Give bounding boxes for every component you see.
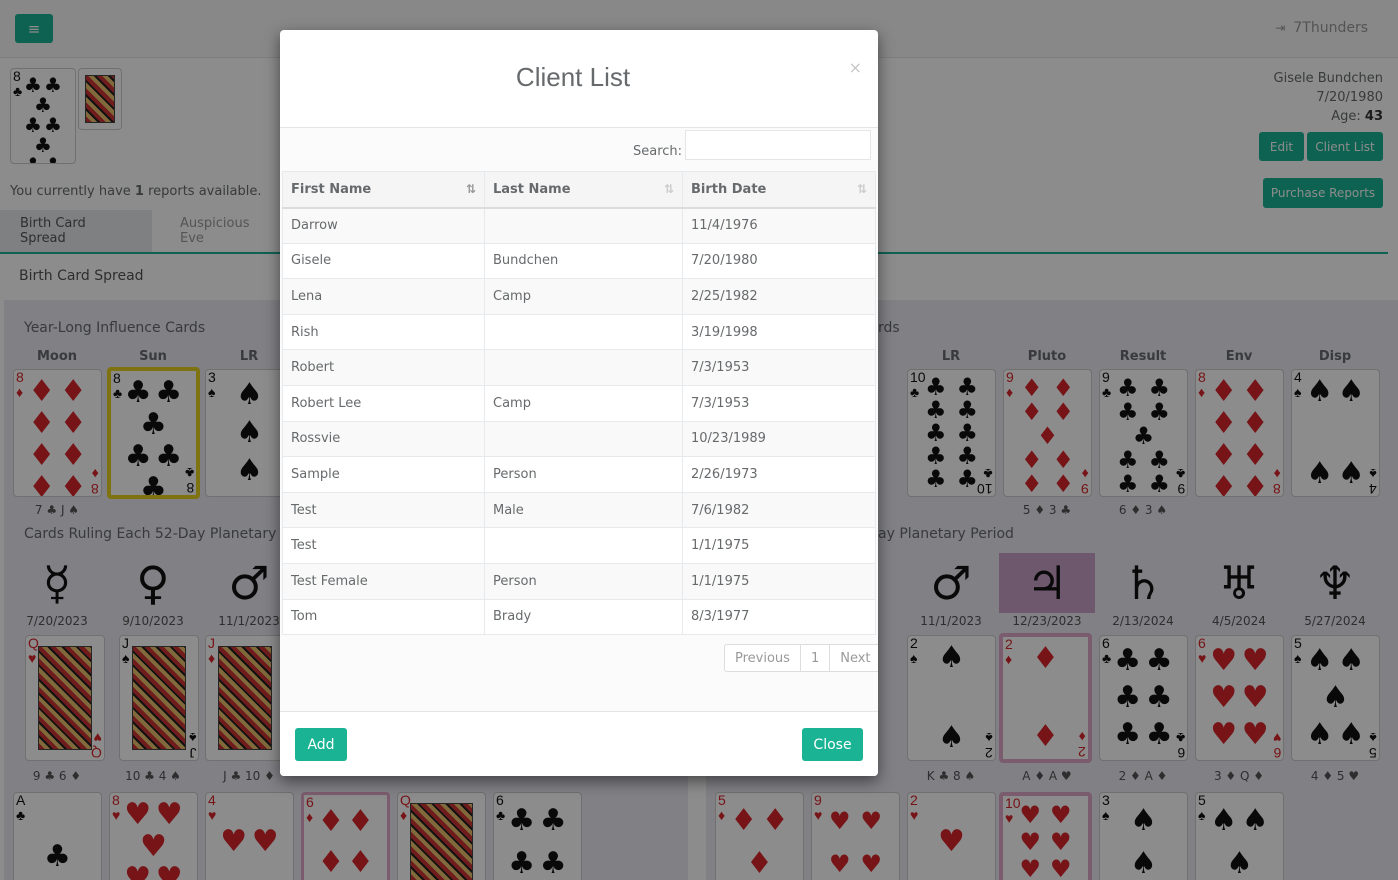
- table-row[interactable]: Rish 3/19/1998: [282, 313, 876, 351]
- table-row[interactable]: Tom Brady 8/3/1977: [282, 598, 876, 636]
- cell-last-name: [484, 420, 683, 458]
- cell-last-name: Person: [484, 562, 683, 600]
- table-row[interactable]: Lena Camp 2/25/1982: [282, 278, 876, 315]
- pagination: Previous 1 Next: [724, 644, 878, 672]
- cell-last-name: Camp: [484, 278, 683, 315]
- table-row[interactable]: Test Male 7/6/1982: [282, 491, 876, 529]
- cell-birth-date: 8/3/1977: [682, 598, 876, 636]
- cell-birth-date: 7/6/1982: [682, 491, 876, 529]
- table-row[interactable]: Robert 7/3/1953: [282, 349, 876, 386]
- column-last-name[interactable]: Last Name ⇅: [484, 171, 683, 209]
- cell-last-name: [484, 207, 683, 244]
- sort-icon: ⇅: [663, 182, 674, 196]
- cell-birth-date: 7/3/1953: [682, 349, 876, 386]
- page-1-button[interactable]: 1: [801, 645, 831, 671]
- cell-birth-date: 2/26/1973: [682, 456, 876, 493]
- column-label: Birth Date: [691, 181, 767, 197]
- cell-first-name: Rish: [282, 313, 485, 351]
- add-button[interactable]: Add: [295, 728, 347, 761]
- cell-first-name: Gisele: [282, 242, 485, 280]
- cell-last-name: Bundchen: [484, 242, 683, 280]
- cell-last-name: Male: [484, 491, 683, 529]
- cell-first-name: Test: [282, 491, 485, 529]
- table-row[interactable]: Darrow 11/4/1976: [282, 207, 876, 244]
- client-table: First Name ⇅ Last Name ⇅ Birth Date ⇅ Darro…: [282, 171, 876, 636]
- cell-first-name: Darrow: [282, 207, 485, 244]
- table-row[interactable]: Test Female Person 1/1/1975: [282, 562, 876, 600]
- cell-birth-date: 1/1/1975: [682, 527, 876, 564]
- table-row[interactable]: Test 1/1/1975: [282, 527, 876, 564]
- cell-first-name: Lena: [282, 278, 485, 315]
- cell-birth-date: 10/23/1989: [682, 420, 876, 458]
- cell-first-name: Robert Lee: [282, 384, 485, 422]
- cell-birth-date: 11/4/1976: [682, 207, 876, 244]
- sort-ascending-icon: ⇅: [465, 182, 476, 196]
- cell-birth-date: 7/20/1980: [682, 242, 876, 280]
- cell-first-name: Rossvie: [282, 420, 485, 458]
- table-row[interactable]: Robert Lee Camp 7/3/1953: [282, 384, 876, 422]
- sort-icon: ⇅: [856, 182, 867, 196]
- column-birth-date[interactable]: Birth Date ⇅: [682, 171, 876, 209]
- client-list-modal: Client List × Search: First Name ⇅ Last N…: [280, 30, 878, 776]
- cell-last-name: [484, 313, 683, 351]
- table-row[interactable]: Gisele Bundchen 7/20/1980: [282, 242, 876, 280]
- previous-page-button[interactable]: Previous: [725, 645, 801, 671]
- cell-first-name: Test: [282, 527, 485, 564]
- column-label: Last Name: [493, 181, 571, 197]
- column-first-name[interactable]: First Name ⇅: [282, 171, 485, 209]
- close-icon[interactable]: ×: [849, 58, 862, 77]
- cell-last-name: Brady: [484, 598, 683, 636]
- cell-birth-date: 1/1/1975: [682, 562, 876, 600]
- cell-last-name: Camp: [484, 384, 683, 422]
- cell-first-name: Test Female: [282, 562, 485, 600]
- cell-first-name: Tom: [282, 598, 485, 636]
- modal-footer: Add Close: [280, 711, 878, 776]
- column-label: First Name: [291, 181, 372, 197]
- cell-birth-date: 3/19/1998: [682, 313, 876, 351]
- next-page-button[interactable]: Next: [830, 645, 878, 671]
- table-header-row: First Name ⇅ Last Name ⇅ Birth Date ⇅: [282, 171, 876, 209]
- search-input[interactable]: [685, 130, 871, 160]
- table-row[interactable]: Sample Person 2/26/1973: [282, 456, 876, 493]
- cell-birth-date: 2/25/1982: [682, 278, 876, 315]
- modal-body: Search: First Name ⇅ Last Name ⇅ Birth Dat…: [280, 128, 878, 711]
- table-row[interactable]: Rossvie 10/23/1989: [282, 420, 876, 458]
- close-button[interactable]: Close: [802, 728, 863, 761]
- cell-first-name: Robert: [282, 349, 485, 386]
- cell-first-name: Sample: [282, 456, 485, 493]
- modal-title: Client List: [515, 62, 631, 92]
- cell-birth-date: 7/3/1953: [682, 384, 876, 422]
- cell-last-name: [484, 349, 683, 386]
- cell-last-name: Person: [484, 456, 683, 493]
- search-label: Search:: [633, 144, 683, 159]
- cell-last-name: [484, 527, 683, 564]
- modal-header: Client List ×: [280, 30, 878, 128]
